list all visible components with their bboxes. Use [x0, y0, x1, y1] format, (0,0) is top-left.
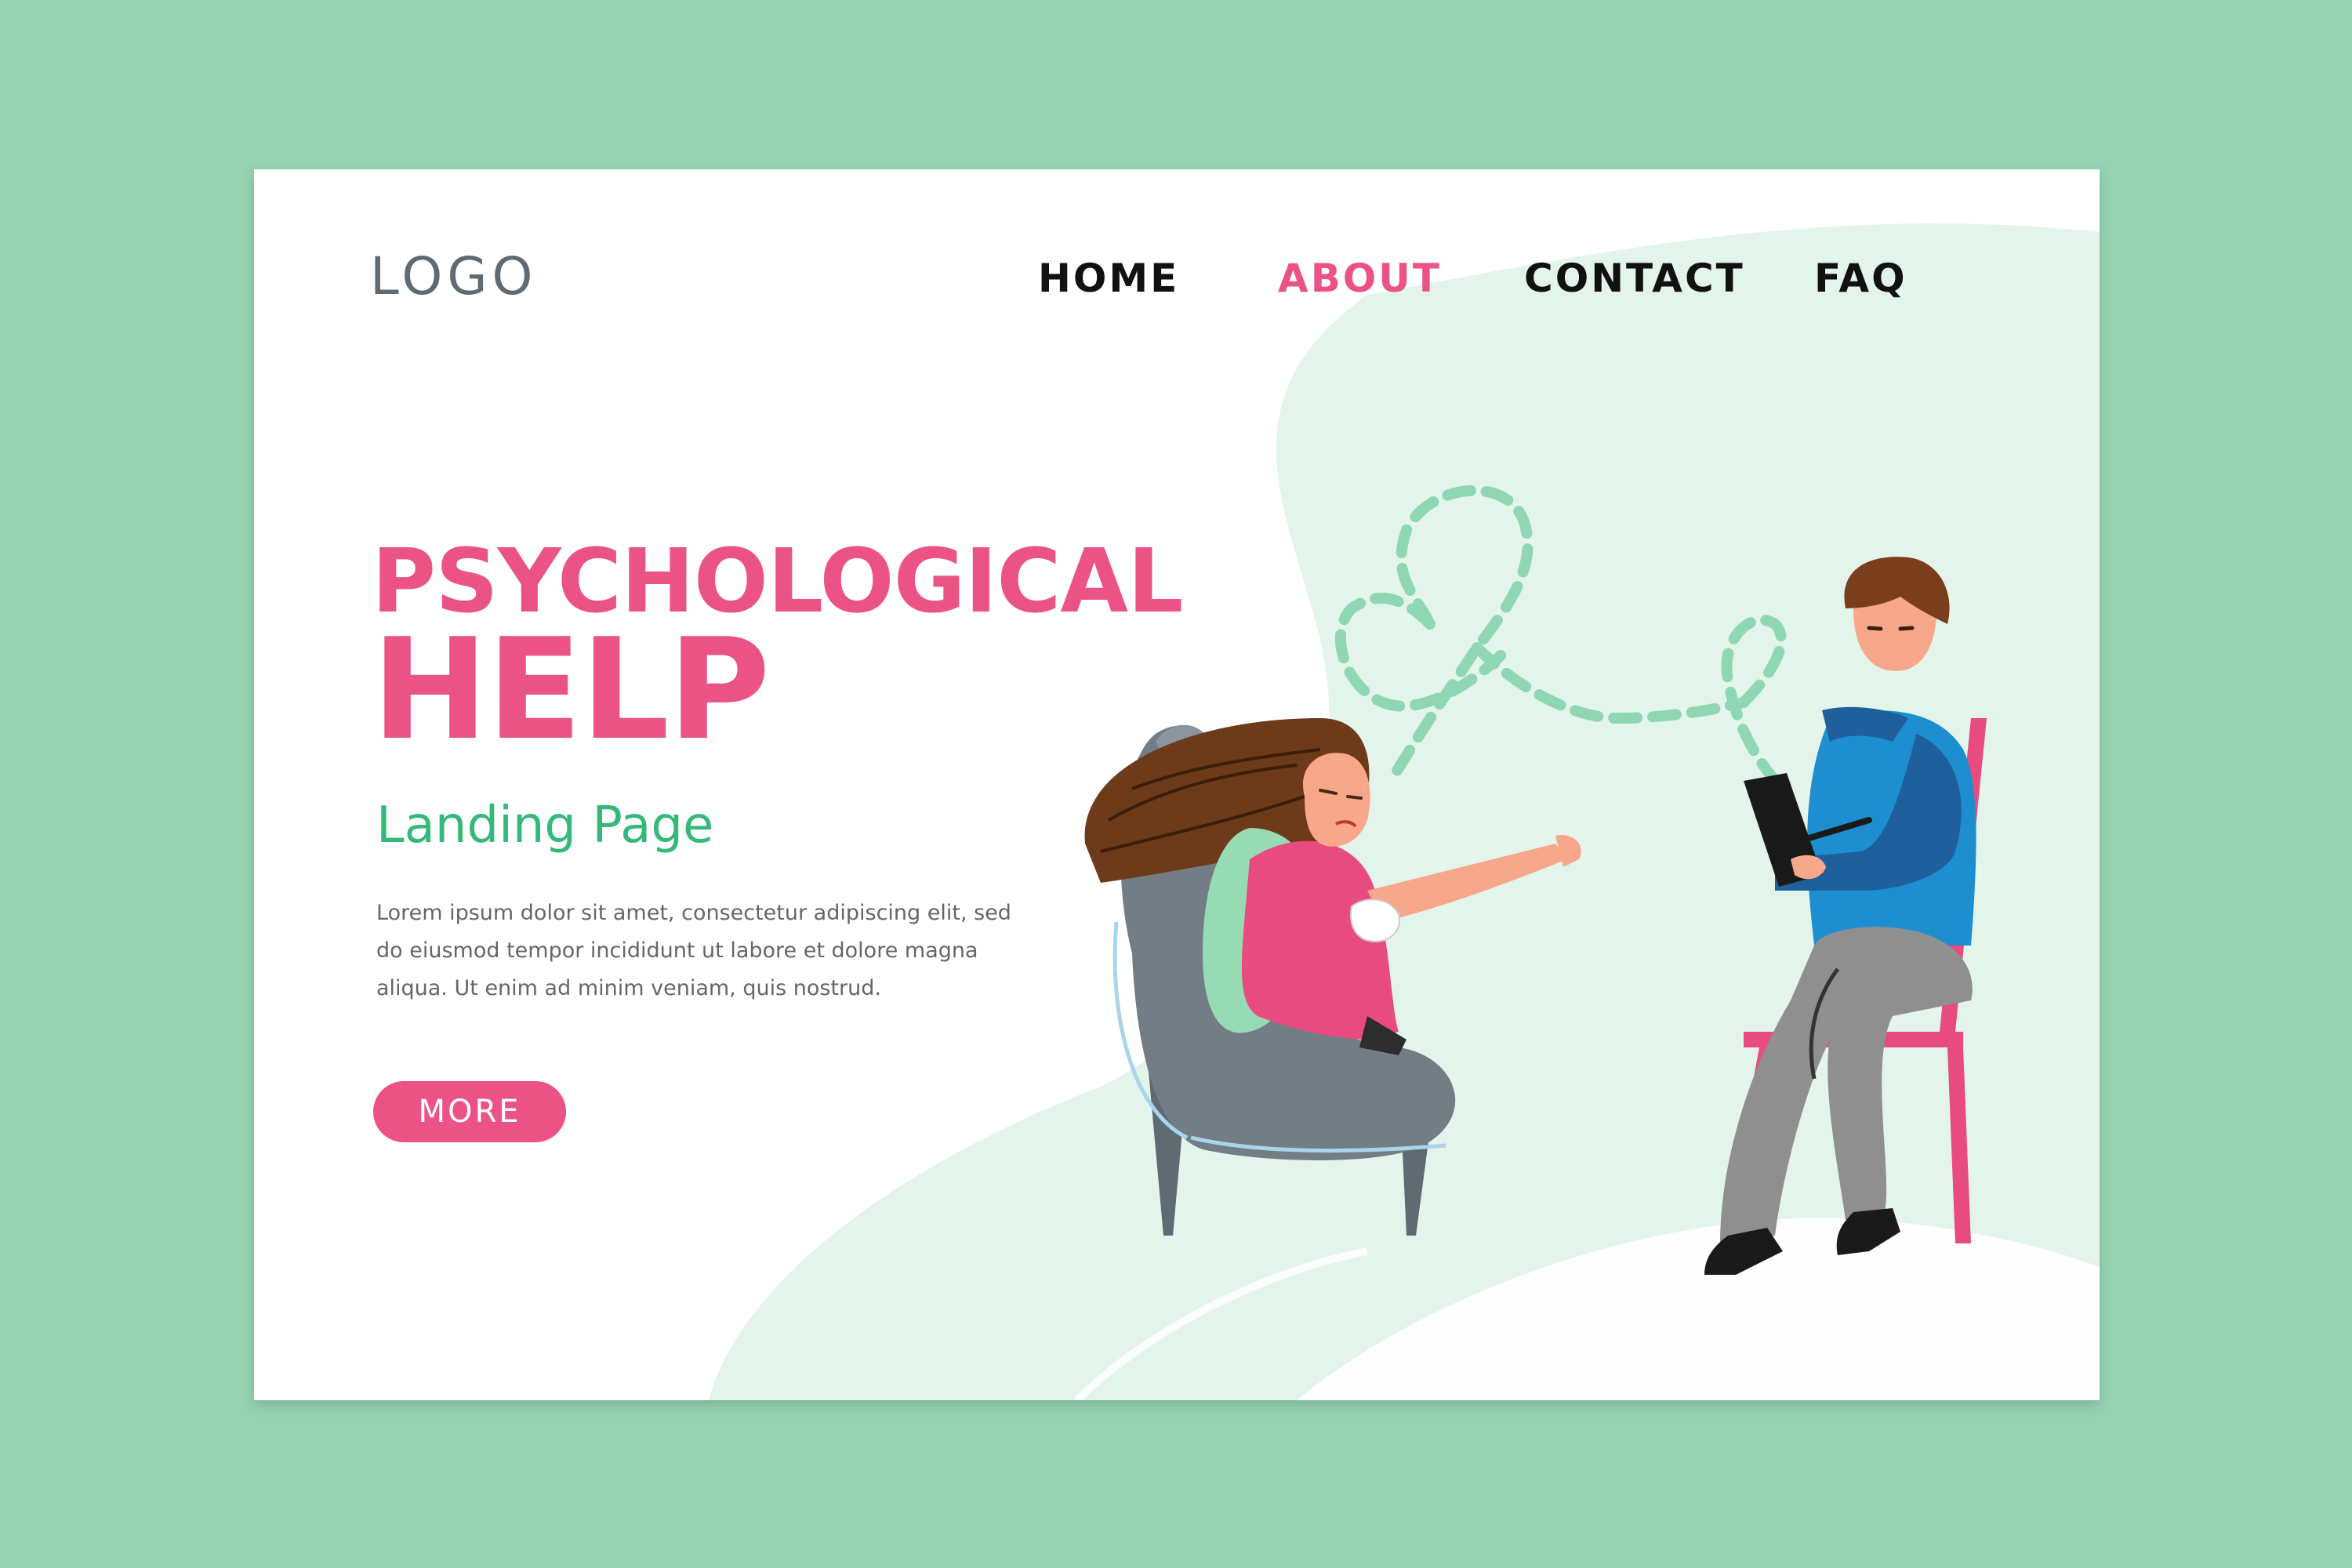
therapist-icon	[1704, 557, 1976, 1275]
therapy-illustration	[1084, 485, 1987, 1275]
ribbon-doodle-icon	[1335, 485, 1788, 794]
landing-page-card: LOGO HOME ABOUT CONTACT FAQ PSYCHOLOGICA…	[254, 169, 2100, 1400]
